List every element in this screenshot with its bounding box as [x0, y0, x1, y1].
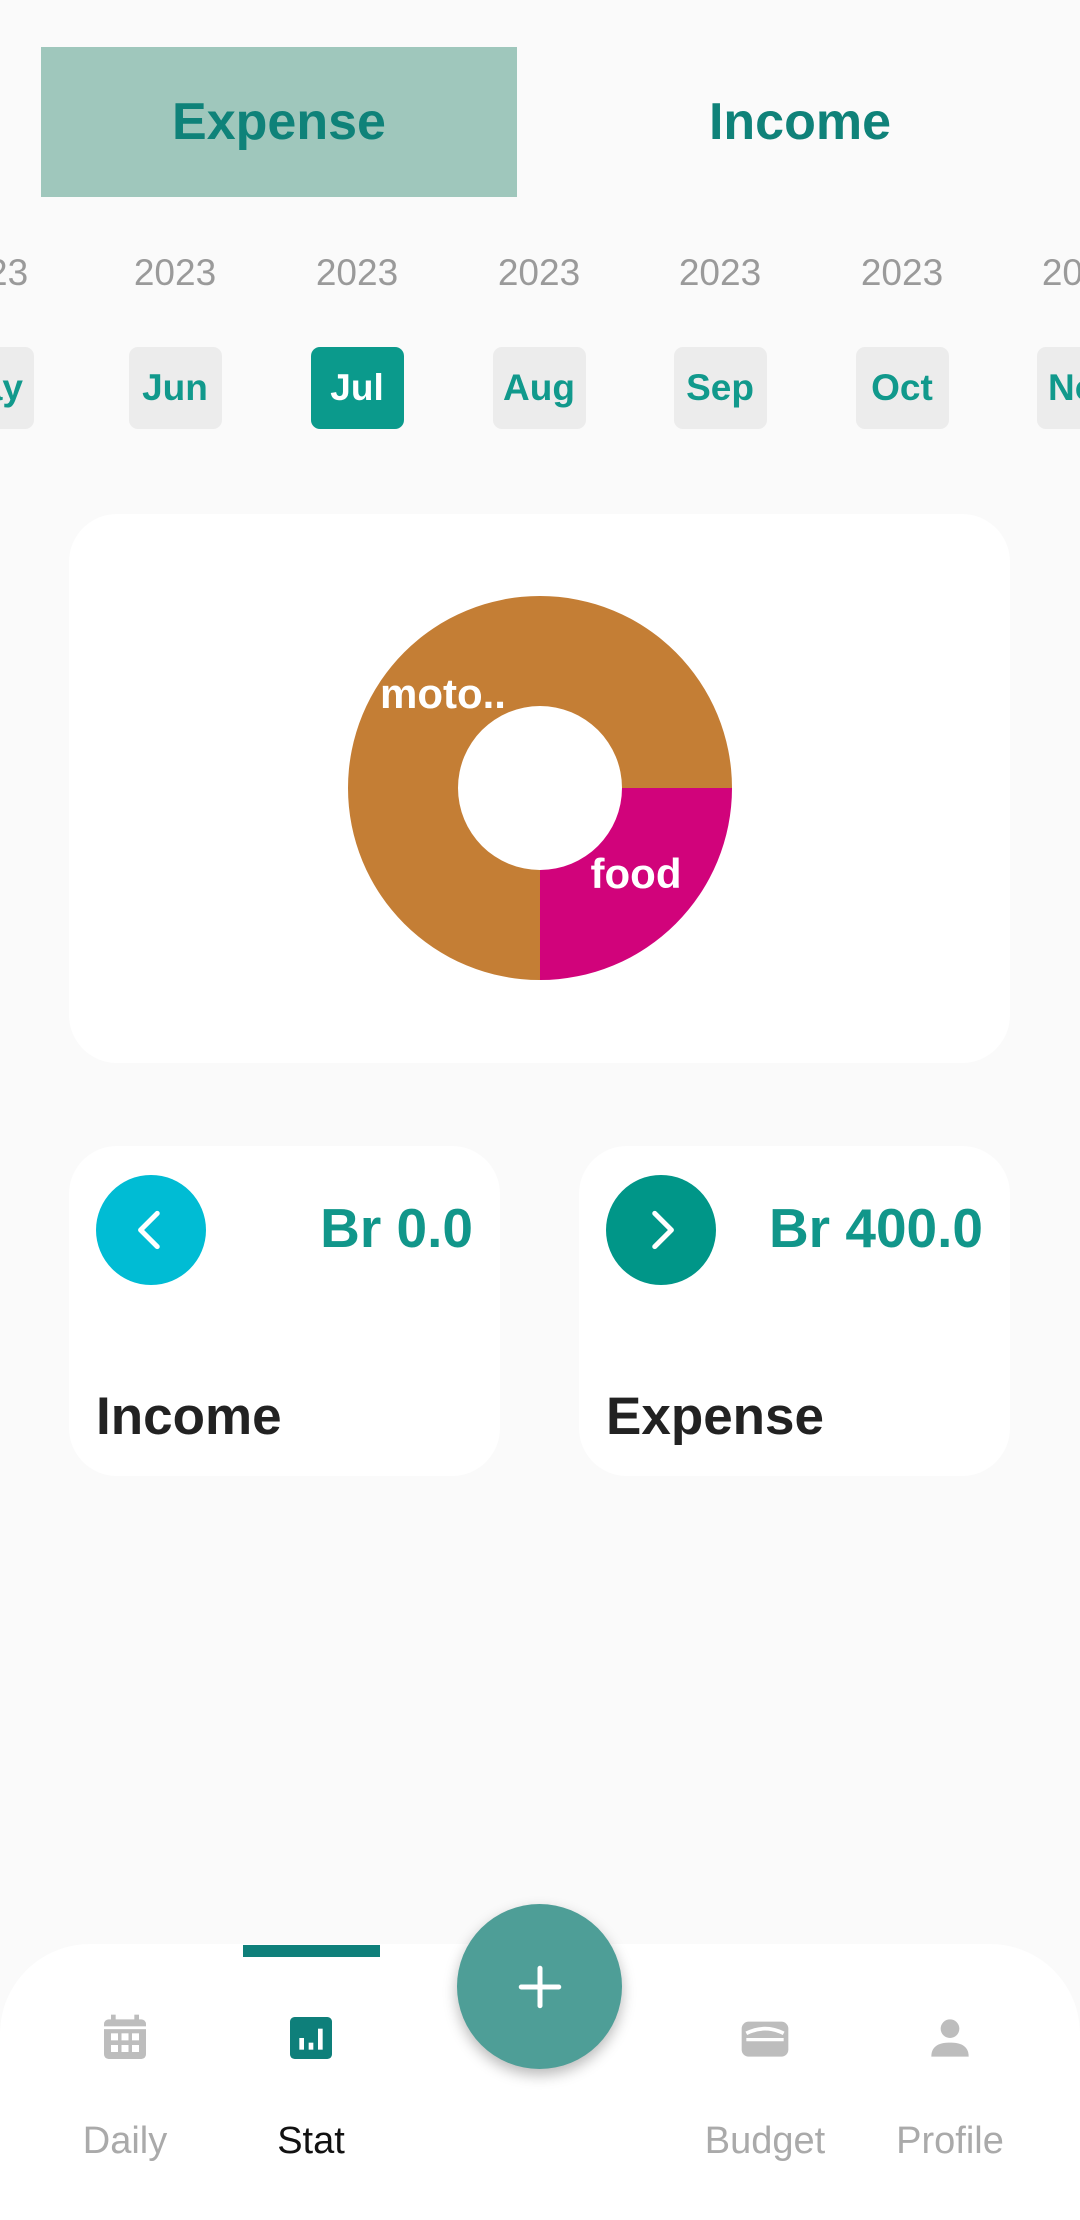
nav-label: Profile [896, 2120, 1004, 2162]
active-tab-indicator [243, 1945, 380, 1957]
month-year: 2023 [860, 252, 944, 293]
income-summary-card[interactable]: Br 0.0 Income [69, 1146, 500, 1476]
tab-income[interactable]: Income [560, 47, 1040, 197]
month-item[interactable]: 2023 Sep [640, 240, 800, 429]
donut-chart: moto.. food [348, 596, 732, 980]
month-pill[interactable]: Oct [855, 347, 949, 429]
month-item[interactable]: 2023 Nov [1003, 240, 1080, 429]
month-item[interactable]: 2023 Oct [822, 240, 982, 429]
month-pill[interactable]: Jun [128, 347, 222, 429]
expense-summary-card[interactable]: Br 400.0 Expense [579, 1146, 1010, 1476]
income-label: Income [96, 1387, 282, 1446]
nav-stat[interactable]: Stat [221, 1944, 401, 2220]
nav-label: Daily [82, 2120, 168, 2162]
calendar-icon [104, 2014, 146, 2059]
nav-profile[interactable]: Profile [860, 1944, 1040, 2220]
nav-label: Stat [277, 2120, 345, 2162]
income-amount: Br 0.0 [320, 1197, 473, 1259]
expense-amount: Br 400.0 [768, 1197, 983, 1259]
month-year: 2023 [497, 252, 581, 293]
chevron-left-icon[interactable] [96, 1175, 206, 1285]
month-year: 2023 [1041, 252, 1080, 293]
nav-label: Budget [704, 2120, 826, 2162]
month-pill[interactable]: Aug [492, 347, 586, 429]
month-pill[interactable]: Sep [673, 347, 767, 429]
month-year: 2023 [315, 252, 399, 293]
month-selector[interactable]: 2023 May 2023 Jun 2023 Jul 2023 Aug 2023… [0, 240, 1080, 440]
month-item[interactable]: 2023 Jun [95, 240, 255, 429]
chart-card: moto.. food [69, 514, 1010, 1063]
month-pill[interactable]: May [0, 347, 34, 429]
wallet-icon [741, 2021, 789, 2057]
month-year: 2023 [0, 252, 29, 293]
chevron-right-icon[interactable] [606, 1175, 716, 1285]
month-year: 2023 [133, 252, 217, 293]
person-icon [931, 2019, 969, 2057]
bar-chart-icon [290, 2017, 332, 2059]
slice-label: moto.. [380, 670, 506, 717]
month-year: 2023 [678, 252, 762, 293]
expense-label: Expense [606, 1387, 825, 1446]
plus-icon [518, 1965, 561, 2008]
add-transaction-button[interactable] [457, 1904, 622, 2069]
nav-budget[interactable]: Budget [675, 1944, 855, 2220]
month-pill-selected[interactable]: Jul [310, 347, 404, 429]
month-pill[interactable]: Nov [1036, 347, 1080, 429]
month-item[interactable]: 2023 May [0, 240, 67, 429]
month-item[interactable]: 2023 Aug [459, 240, 619, 429]
slice-label: food [591, 850, 682, 897]
tab-expense[interactable]: Expense [41, 47, 517, 197]
month-item-selected[interactable]: 2023 Jul [277, 240, 437, 429]
nav-daily[interactable]: Daily [35, 1944, 215, 2220]
